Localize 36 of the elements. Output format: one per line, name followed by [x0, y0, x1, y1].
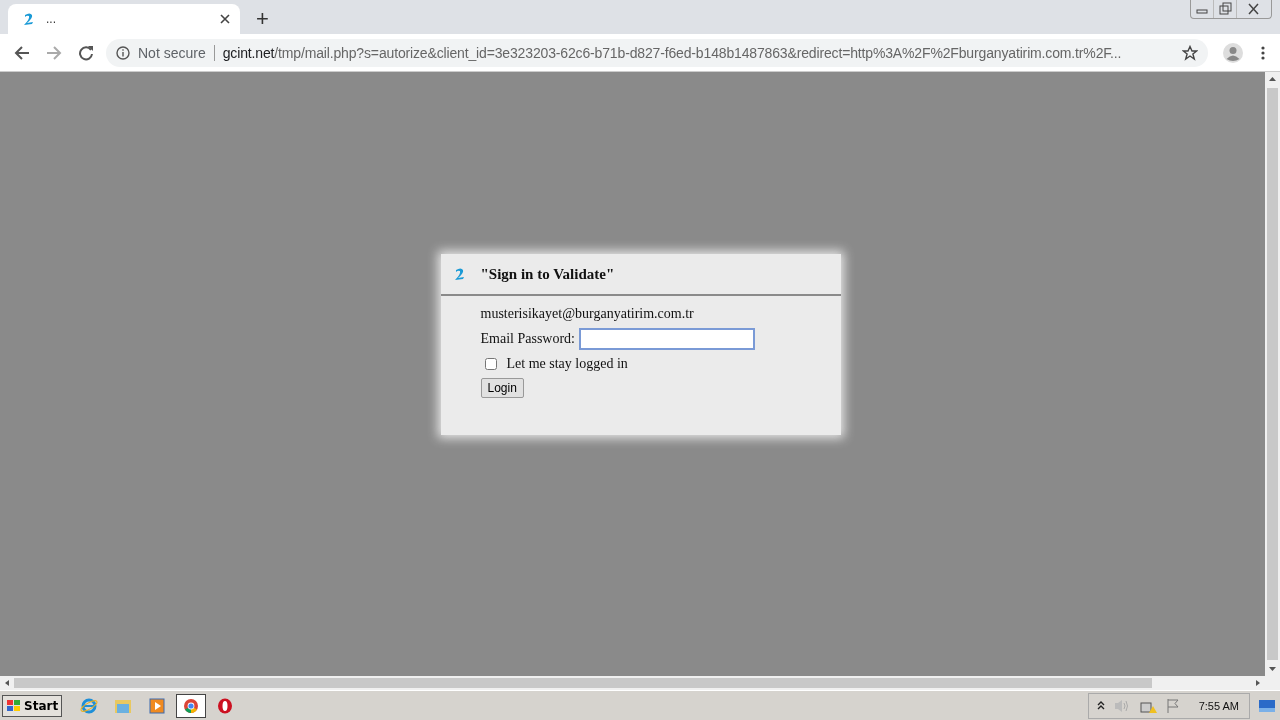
chevron-up-icon[interactable] — [1096, 700, 1105, 711]
profile-icon[interactable] — [1222, 41, 1244, 64]
star-icon[interactable] — [1182, 44, 1198, 61]
info-icon — [116, 45, 130, 60]
forward-icon[interactable] — [46, 44, 62, 61]
security-label: Not secure — [138, 44, 206, 61]
reload-icon[interactable] — [78, 44, 94, 61]
play-icon — [149, 697, 166, 714]
email-address: musterisikayet@burganyatirim.com.tr — [480, 306, 695, 322]
browser-tab[interactable]: ... — [8, 4, 240, 34]
close-icon[interactable] — [220, 14, 230, 24]
checkbox-label: Let me stay logged in — [506, 356, 628, 372]
back-icon[interactable] — [14, 44, 30, 61]
horizontal-scrollbar[interactable] — [0, 676, 1280, 690]
new-tab-button[interactable]: + — [252, 6, 273, 32]
logo-icon — [452, 267, 467, 281]
folder-icon — [114, 697, 133, 714]
tab-title: ... — [46, 12, 57, 26]
globe-e-icon — [80, 696, 99, 715]
show-desktop-icon[interactable] — [1258, 698, 1276, 713]
chrome-icon — [183, 697, 200, 714]
dialog-title: "Sign in to Validate" — [480, 265, 615, 283]
url-text: gcint.net/tmp/mail.php?s=autorize&client_id=3e323203-62c6-b71b-d827-f6ed-b148b1487863&redirect=http%3A%2F%2Fburganyatirim.com.tr%2F... — [222, 44, 1123, 61]
windows-logo-icon — [6, 698, 22, 713]
login-button[interactable]: Login — [480, 378, 524, 398]
stay-logged-in-checkbox[interactable] — [484, 358, 497, 370]
clock: 7:55 AM — [1198, 699, 1239, 712]
start-button[interactable]: Start — [2, 694, 63, 717]
logo-icon — [22, 12, 36, 26]
address-bar[interactable]: Not secure gcint.net/tmp/mail.php?s=autorize&client_id=3e323203-62c6-b71b-d827-f6ed-b148b1487863&redirect=http%3A%2F%2Fburganyatirim.com.tr%2F... — [106, 38, 1208, 67]
vertical-scrollbar[interactable] — [1265, 72, 1280, 676]
taskbar-app[interactable] — [176, 693, 207, 718]
opera-icon — [217, 697, 234, 714]
password-label: Email Password: — [480, 331, 575, 347]
password-field[interactable] — [579, 328, 755, 350]
menu-icon[interactable] — [1260, 44, 1266, 61]
